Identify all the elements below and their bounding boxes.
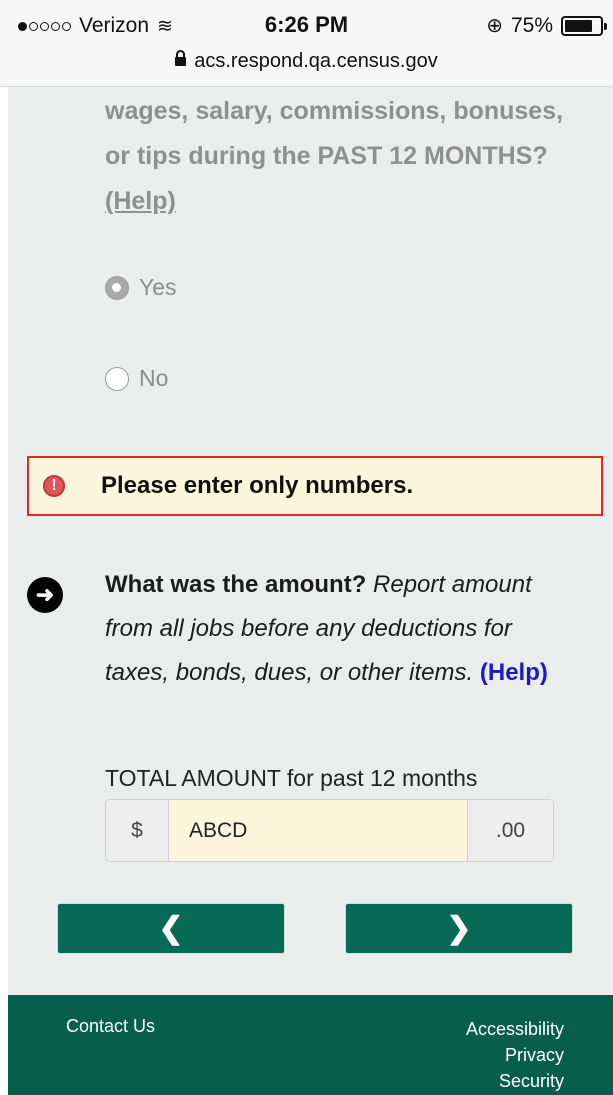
cents-suffix: .00 xyxy=(467,800,553,861)
security-link[interactable]: Security xyxy=(466,1068,564,1094)
battery-status: ⊕ 75% xyxy=(486,13,607,38)
radio-no-label: No xyxy=(139,365,169,391)
question-help-link[interactable]: (Help) xyxy=(105,187,176,215)
arrow-right-circle-icon: ➜ xyxy=(27,577,63,613)
radio-no[interactable] xyxy=(105,366,129,391)
accessibility-link[interactable]: Accessibility xyxy=(466,1016,564,1042)
error-message: Please enter only numbers. xyxy=(101,472,414,499)
contact-us-link[interactable]: Contact Us xyxy=(66,1016,155,1037)
radio-yes[interactable] xyxy=(105,275,129,300)
radio-option-no[interactable]: No xyxy=(105,365,168,392)
next-button[interactable]: ❯ xyxy=(345,903,573,954)
status-bar: Verizon ≋ 6:26 PM ⊕ 75% acs.respond.qa.c… xyxy=(0,0,613,87)
exclamation-icon: ! xyxy=(43,475,65,497)
radio-option-yes[interactable]: Yes xyxy=(105,274,177,301)
total-amount-input[interactable] xyxy=(169,800,467,861)
radio-yes-label: Yes xyxy=(139,274,177,300)
amount-question-title: What was the amount? xyxy=(105,571,367,598)
question-text: wages, salary, commissions, bonuses, or … xyxy=(105,89,585,224)
url-text: acs.respond.qa.census.gov xyxy=(194,50,438,72)
previous-button[interactable]: ❮ xyxy=(57,903,285,954)
privacy-link[interactable]: Privacy xyxy=(466,1042,564,1068)
chevron-right-icon: ❯ xyxy=(446,912,472,945)
chevron-left-icon: ❮ xyxy=(158,912,184,945)
survey-content: wages, salary, commissions, bonuses, or … xyxy=(8,87,613,995)
error-message-box: ! Please enter only numbers. xyxy=(27,456,603,516)
amount-help-link[interactable]: (Help) xyxy=(480,659,548,686)
address-bar[interactable]: acs.respond.qa.census.gov xyxy=(0,50,613,73)
dollar-prefix: $ xyxy=(106,800,169,861)
amount-question: What was the amount? Report amount from … xyxy=(105,563,575,695)
footer-links: Accessibility Privacy Security xyxy=(466,1016,564,1094)
padlock-icon xyxy=(175,50,187,66)
battery-percent: 75% xyxy=(510,13,553,37)
total-amount-label: TOTAL AMOUNT for past 12 months xyxy=(105,765,478,791)
battery-icon xyxy=(561,15,607,36)
footer: Contact Us Accessibility Privacy Securit… xyxy=(8,995,613,1095)
question-label: wages, salary, commissions, bonuses, or … xyxy=(105,97,564,170)
rotation-lock-icon: ⊕ xyxy=(486,15,503,37)
amount-input-group: $ .00 xyxy=(105,799,554,862)
